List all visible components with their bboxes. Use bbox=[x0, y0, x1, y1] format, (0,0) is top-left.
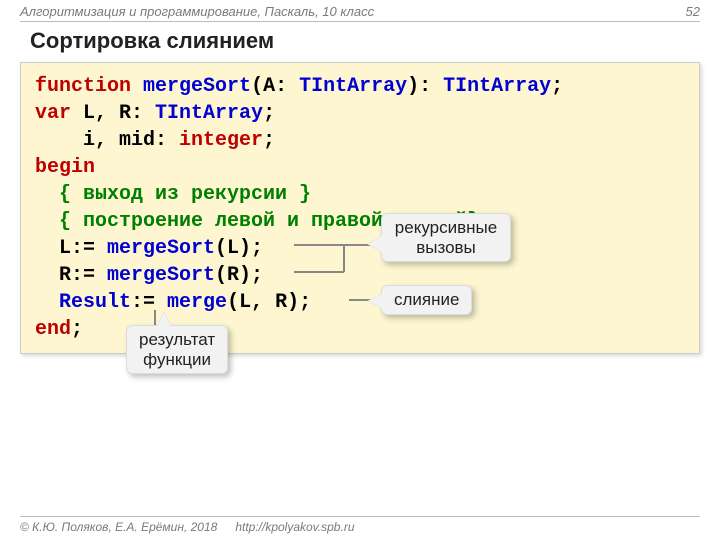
code-line: begin bbox=[35, 154, 685, 181]
code-line: function mergeSort(A: TIntArray): TIntAr… bbox=[35, 73, 685, 100]
code-line: var L, R: TIntArray; bbox=[35, 100, 685, 127]
kw-begin: begin bbox=[35, 156, 95, 179]
page-number: 52 bbox=[686, 4, 700, 19]
code-line: Result:= merge(L, R); bbox=[35, 289, 685, 316]
kw-function: function bbox=[35, 75, 131, 98]
slide-header: Алгоритмизация и программирование, Паска… bbox=[0, 0, 720, 21]
comment: { выход из рекурсии } bbox=[35, 183, 311, 206]
callout-result: результат функции bbox=[126, 325, 228, 374]
code-line: { построение левой и правой частей} bbox=[35, 208, 685, 235]
code-block: function mergeSort(A: TIntArray): TIntAr… bbox=[20, 62, 700, 354]
code-line: R:= mergeSort(R); bbox=[35, 262, 685, 289]
code-line: i, mid: integer; bbox=[35, 127, 685, 154]
course-name: Алгоритмизация и программирование, Паска… bbox=[20, 4, 374, 19]
slide-title: Сортировка слиянием bbox=[0, 26, 720, 62]
header-rule bbox=[20, 21, 700, 22]
callout-tail bbox=[157, 312, 171, 326]
slide-footer: © К.Ю. Поляков, Е.А. Ерёмин, 2018 http:/… bbox=[20, 516, 700, 534]
copyright: © К.Ю. Поляков, Е.А. Ерёмин, 2018 bbox=[20, 520, 217, 534]
connector-line bbox=[343, 244, 345, 272]
callout-tail bbox=[368, 236, 382, 252]
callout-merge: слияние bbox=[381, 285, 472, 315]
code-line: { выход из рекурсии } bbox=[35, 181, 685, 208]
callout-recursive: рекурсивные вызовы bbox=[381, 213, 511, 262]
fn-name: mergeSort bbox=[143, 75, 251, 98]
kw-end: end bbox=[35, 318, 71, 341]
kw-var: var bbox=[35, 102, 71, 125]
code-line: L:= mergeSort(L); bbox=[35, 235, 685, 262]
connector-line bbox=[294, 271, 344, 273]
callout-tail bbox=[368, 294, 382, 308]
footer-url: http://kpolyakov.spb.ru bbox=[235, 520, 354, 534]
